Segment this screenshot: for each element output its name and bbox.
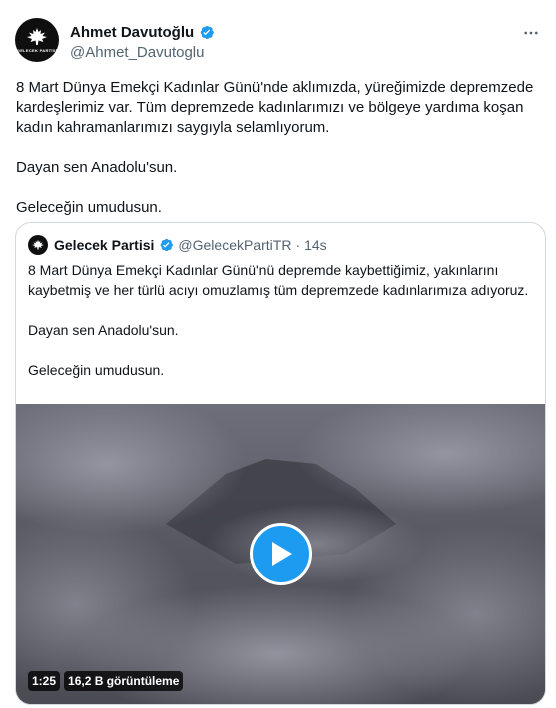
quoted-author-handle[interactable]: @GelecekPartiTR [178,237,291,253]
video-badges: 1:25 16,2 B görüntüleme [28,671,184,691]
tweet-text: 8 Mart Dünya Emekçi Kadınlar Günü'nde ak… [16,79,534,216]
video-duration-badge: 1:25 [28,671,61,691]
verified-badge-icon[interactable] [158,237,174,253]
quoted-author-avatar[interactable] [28,235,48,255]
avatar-logo-text: GELECEK PARTİSİ [16,48,58,53]
tweet: GELECEK PARTİSİ Ahmet Davutoğlu @Ahmet_D… [0,0,556,708]
party-logo-icon [32,239,44,250]
quoted-author-name[interactable]: Gelecek Partisi [54,237,154,253]
quoted-tweet-header: Gelecek Partisi @GelecekPartiTR · 14s [28,235,327,255]
author-avatar[interactable]: GELECEK PARTİSİ [15,18,59,62]
author-display-name[interactable]: Ahmet Davutoğlu [70,24,194,41]
quoted-tweet-time[interactable]: 14s [304,237,327,253]
quoted-tweet-card[interactable]: Gelecek Partisi @GelecekPartiTR · 14s 8 … [15,222,546,705]
author-handle[interactable]: @Ahmet_Davutoglu [70,44,204,61]
play-button[interactable] [250,523,312,585]
play-icon [272,542,292,566]
party-logo-icon [27,28,47,45]
separator-dot: · [295,237,301,253]
verified-badge-icon[interactable] [198,24,215,41]
author-name-row: Ahmet Davutoğlu [70,24,215,41]
video-player[interactable]: 1:25 16,2 B görüntüleme [16,404,545,704]
more-options-icon[interactable] [520,22,542,44]
quoted-tweet-text: 8 Mart Dünya Emekçi Kadınlar Günü'nü dep… [28,262,529,378]
video-views-badge: 16,2 B görüntüleme [64,671,184,691]
